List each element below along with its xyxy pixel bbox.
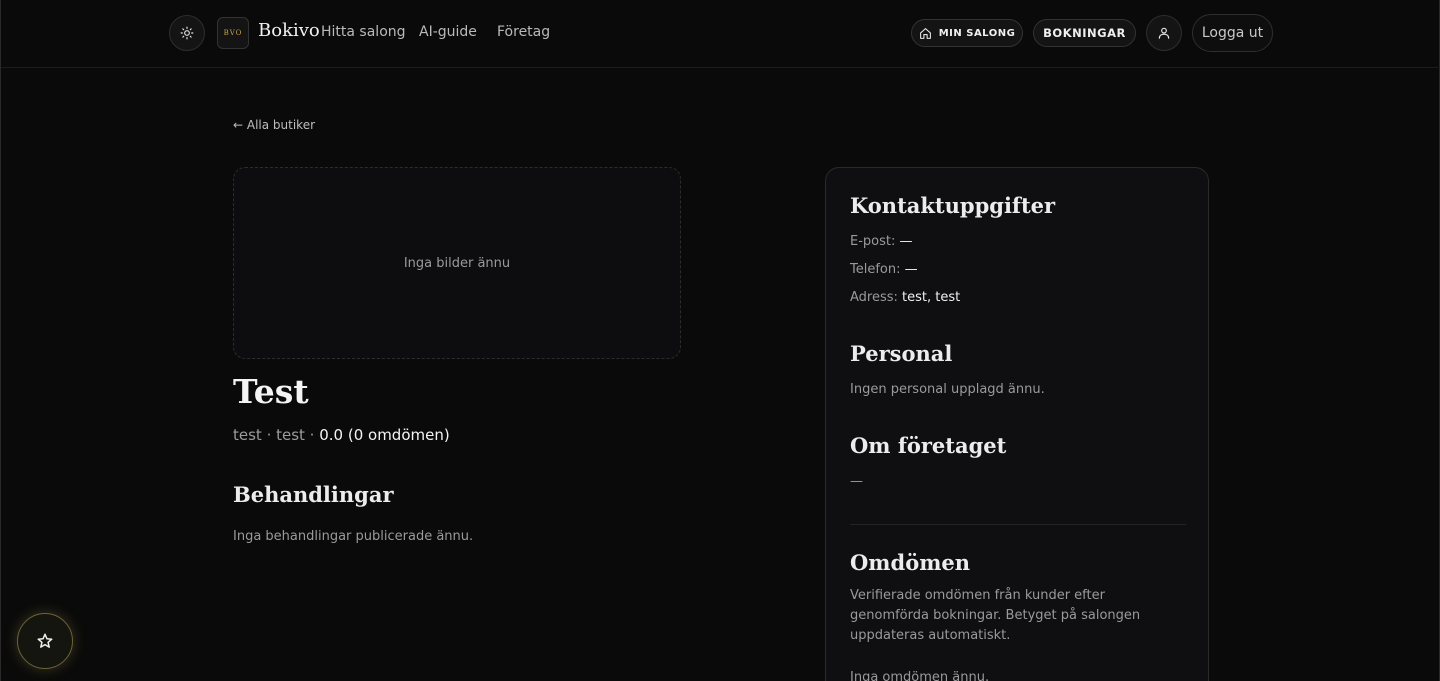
salon-info-card: Kontaktuppgifter E-post: — Telefon: — Ad…	[825, 167, 1209, 681]
my-salon-button[interactable]: MIN SALONG	[911, 19, 1023, 47]
image-gallery-placeholder: Inga bilder ännu	[233, 167, 681, 359]
salon-meta: test · test · 0.0 (0 omdömen)	[233, 426, 450, 444]
treatments-empty-text: Inga behandlingar publicerade ännu.	[233, 529, 474, 544]
salon-rating: 0.0 (0 omdömen)	[319, 426, 450, 444]
top-navigation: BVO Bokivo Hitta salong AI-guide Företag…	[1, 0, 1440, 68]
back-to-stores-link[interactable]: ← Alla butiker	[233, 118, 315, 132]
star-icon	[37, 633, 53, 648]
contact-phone-row: Telefon: —	[850, 262, 918, 277]
gallery-empty-text: Inga bilder ännu	[403, 255, 511, 271]
email-label: E-post:	[850, 234, 896, 249]
contact-address-row: Adress: test, test	[850, 290, 960, 305]
bookings-label: BOKNINGAR	[1043, 26, 1126, 40]
bookings-button[interactable]: BOKNINGAR	[1033, 19, 1136, 47]
sun-icon	[180, 26, 194, 40]
section-divider	[850, 524, 1186, 525]
reviews-empty-text: Inga omdömen ännu.	[850, 670, 990, 681]
nav-link-ai-guide[interactable]: AI-guide	[419, 24, 477, 40]
theme-toggle-button[interactable]	[169, 15, 205, 51]
home-icon	[919, 27, 931, 39]
contact-email-row: E-post: —	[850, 234, 913, 249]
phone-label: Telefon:	[850, 262, 901, 277]
brand-logo[interactable]: BVO	[217, 17, 249, 49]
phone-value: —	[904, 262, 918, 277]
staff-heading: Personal	[850, 341, 953, 366]
contact-heading: Kontaktuppgifter	[850, 193, 1056, 218]
my-salon-label: MIN SALONG	[938, 27, 1016, 39]
brand-name[interactable]: Bokivo	[258, 20, 320, 41]
reviews-heading: Omdömen	[850, 550, 971, 575]
user-icon	[1158, 27, 1170, 39]
nav-link-business[interactable]: Företag	[497, 24, 550, 40]
about-text: —	[850, 474, 863, 489]
about-heading: Om företaget	[850, 433, 1007, 458]
salon-location: test · test ·	[233, 426, 320, 444]
logout-button[interactable]: Logga ut	[1192, 14, 1273, 52]
nav-link-find-salon[interactable]: Hitta salong	[321, 24, 406, 40]
staff-empty-text: Ingen personal upplagd ännu.	[850, 382, 1045, 397]
profile-button[interactable]	[1146, 15, 1182, 51]
salon-title: Test	[233, 372, 309, 411]
address-label: Adress:	[850, 290, 898, 305]
favorites-fab-button[interactable]	[17, 613, 73, 669]
address-value: test, test	[902, 290, 961, 305]
treatments-heading: Behandlingar	[233, 482, 394, 507]
reviews-description: Verifierade omdömen från kunder efter ge…	[850, 588, 1141, 643]
email-value: —	[899, 234, 913, 249]
